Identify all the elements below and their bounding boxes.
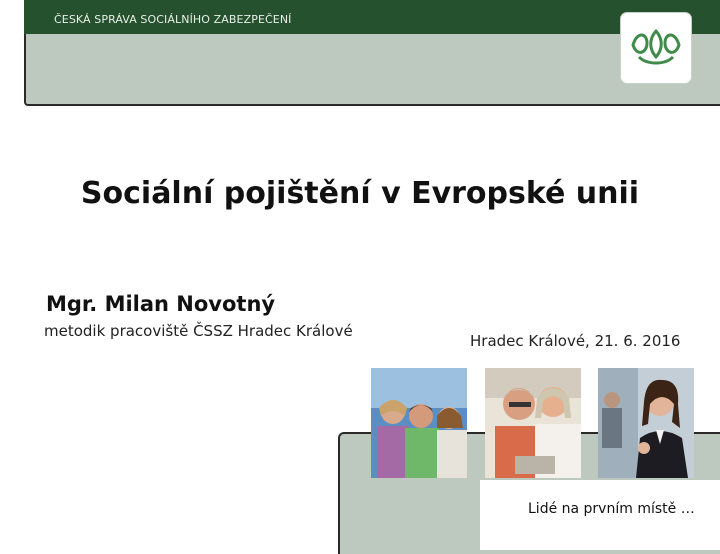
cssz-leaf-logo-icon — [631, 29, 681, 65]
cssz-logo — [621, 13, 691, 83]
slogan-text: Lidé na prvním místě … — [528, 501, 695, 517]
family-photo — [371, 368, 467, 478]
slide-title: Sociální pojištění v Evropské unii — [80, 176, 640, 211]
place-date: Hradec Králové, 21. 6. 2016 — [470, 332, 681, 350]
couple-photo — [485, 368, 581, 478]
office-woman-photo — [598, 368, 694, 478]
organization-name: ČESKÁ SPRÁVA SOCIÁLNÍHO ZABEZPEČENÍ — [54, 13, 292, 26]
author-role: metodik pracoviště ČSSZ Hradec Králové — [44, 322, 353, 340]
header-bar: ČESKÁ SPRÁVA SOCIÁLNÍHO ZABEZPEČENÍ — [24, 0, 720, 34]
header-band — [24, 34, 720, 106]
author-name: Mgr. Milan Novotný — [46, 292, 276, 316]
